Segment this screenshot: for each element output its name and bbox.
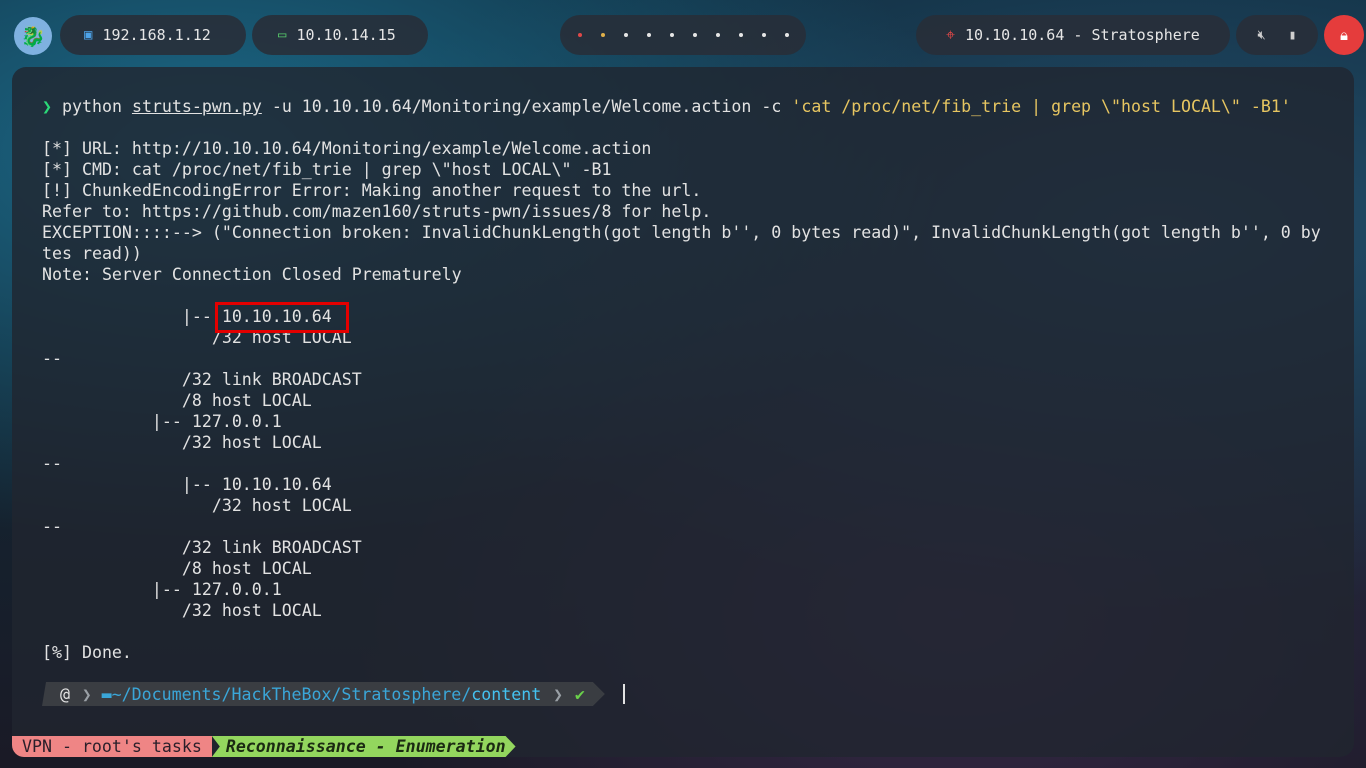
debian-swirl-icon: @ <box>60 684 70 704</box>
workspace-9[interactable] <box>761 33 766 37</box>
shell-prompt: @ ❯ ▬~/Documents/HackTheBox/Stratosphere… <box>42 682 605 706</box>
output-line: EXCEPTION::::--> ("Connection broken: In… <box>42 223 1321 242</box>
command-line: ❯ python struts-pwn.py -u 10.10.10.64/Mo… <box>42 96 1291 117</box>
tmux-window[interactable]: Reconnaissance - Enumeration <box>212 736 516 757</box>
lock-icon[interactable]: 🔒︎ <box>1324 15 1364 55</box>
output-line: /32 host LOCAL <box>42 496 352 515</box>
path-dir: content <box>471 684 542 704</box>
command-script[interactable]: struts-pwn.py <box>132 97 262 116</box>
workspace-10[interactable] <box>784 33 789 37</box>
battery-icon[interactable]: ▮ <box>1289 28 1297 43</box>
tmux-status-bar: VPN - root's tasks Reconnaissance - Enum… <box>12 736 516 757</box>
output-line: -- <box>42 454 62 473</box>
output-line: [%] Done. <box>42 643 132 662</box>
workspace-6[interactable] <box>692 33 697 37</box>
output-line: |-- 127.0.0.1 <box>42 412 282 431</box>
command-payload: 'cat /proc/net/fib_trie | grep \"host LO… <box>791 97 1291 116</box>
command-args: -u 10.10.10.64/Monitoring/example/Welcom… <box>271 97 782 116</box>
speaker-muted-icon[interactable]: 🔇︎ <box>1257 28 1265 43</box>
output-line: Refer to: https://github.com/mazen160/st… <box>42 202 712 221</box>
output-line: |-- 10.10.10.64 <box>42 475 332 494</box>
workspace-2[interactable] <box>600 33 605 37</box>
chevron-right-icon: ❯ <box>553 684 563 704</box>
workspace-4[interactable] <box>646 33 651 37</box>
workspace-switcher <box>560 15 806 55</box>
laptop-icon: ▭ <box>278 27 287 43</box>
output-line: |-- 127.0.0.1 <box>42 580 282 599</box>
output-line: [!] ChunkedEncodingError Error: Making a… <box>42 181 702 200</box>
workspace-7[interactable] <box>715 33 720 37</box>
tmux-session[interactable]: VPN - root's tasks <box>12 736 212 757</box>
dragon-logo-icon[interactable]: 🐉 <box>14 17 52 55</box>
local-ip-text: 192.168.1.12 <box>102 26 211 44</box>
monitor-icon: ▣ <box>84 27 93 43</box>
vpn-ip-text: 10.10.14.15 <box>296 26 396 44</box>
chevron-right-icon: ❯ <box>82 684 92 704</box>
output-line: /32 link BROADCAST <box>42 370 362 389</box>
check-icon: ✔ <box>574 684 585 704</box>
highlight-box <box>215 302 349 333</box>
output-line: [*] URL: http://10.10.10.64/Monitoring/e… <box>42 139 652 158</box>
workspace-3[interactable] <box>623 33 628 37</box>
output-line: Note: Server Connection Closed Premature… <box>42 265 462 284</box>
workspace-8[interactable] <box>738 33 743 37</box>
output-line: /32 link BROADCAST <box>42 538 362 557</box>
output-line: /32 host LOCAL <box>42 601 322 620</box>
terminal-window[interactable]: ❯ python struts-pwn.py -u 10.10.10.64/Mo… <box>12 67 1354 757</box>
text-cursor <box>623 684 625 704</box>
prompt-arrow: ❯ <box>42 97 52 116</box>
vpn-ip-widget[interactable]: ▭ 10.10.14.15 <box>252 15 428 55</box>
output-line: /32 host LOCAL <box>42 433 322 452</box>
output-line: /8 host LOCAL <box>42 559 312 578</box>
folder-icon: ▬ <box>101 684 112 704</box>
system-tray: 🔇︎ ▮ <box>1236 15 1318 55</box>
output-line: tes read)) <box>42 244 142 263</box>
output-line: [*] CMD: cat /proc/net/fib_trie | grep \… <box>42 160 612 179</box>
path-prefix: ~/Documents/HackTheBox/Stratosphere/ <box>111 684 472 704</box>
current-path: ▬~/Documents/HackTheBox/Stratosphere/con… <box>98 685 548 704</box>
output-line: -- <box>42 349 62 368</box>
workspace-1[interactable] <box>577 33 582 37</box>
target-widget[interactable]: ⌖ 10.10.10.64 - Stratosphere <box>916 15 1230 55</box>
output-line: -- <box>42 517 62 536</box>
local-ip-widget[interactable]: ▣ 192.168.1.12 <box>60 15 246 55</box>
output-line: /8 host LOCAL <box>42 391 312 410</box>
top-bar: 🐉 ▣ 192.168.1.12 ▭ 10.10.14.15 ⌖ 10.10.1… <box>0 0 1366 70</box>
command-program: python <box>62 97 122 116</box>
workspace-5[interactable] <box>669 33 674 37</box>
crosshair-icon: ⌖ <box>946 25 956 44</box>
target-text: 10.10.10.64 - Stratosphere <box>965 26 1200 44</box>
